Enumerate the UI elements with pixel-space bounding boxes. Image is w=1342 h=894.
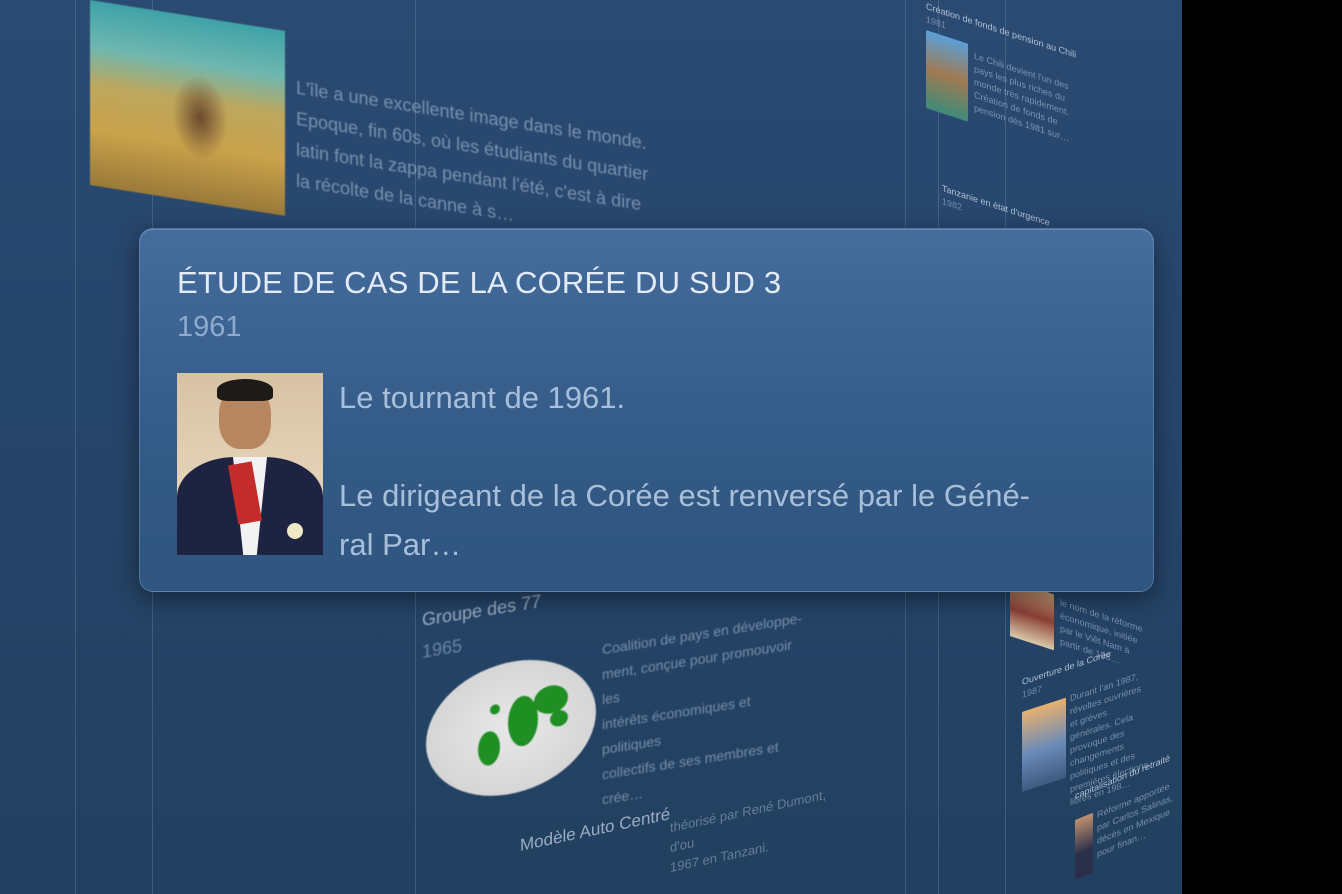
event-detail-popup[interactable]: ÉTUDE DE CAS DE LA CORÉE DU SUD 3 1961 L… (139, 228, 1154, 592)
event-title: Groupe des 77 (422, 591, 542, 630)
person-photo (1075, 812, 1093, 880)
mountain-photo (926, 30, 968, 122)
harvest-photo (90, 0, 285, 216)
portrait-photo (177, 373, 323, 555)
screen-edge (1182, 0, 1342, 894)
event-card-chili[interactable]: Création de fonds de pension au Chili 19… (926, 0, 1086, 143)
excerpt-line: ral Par… (339, 527, 462, 562)
popup-excerpt: Le tournant de 1961. Le dirigeant de la … (339, 373, 1119, 569)
event-year: 1965 (422, 635, 463, 662)
city-photo (1022, 697, 1066, 792)
timeline-stage: L'île a une excellente image dans le mon… (0, 0, 1182, 894)
popup-year: 1961 (177, 311, 242, 343)
popup-title: ÉTUDE DE CAS DE LA CORÉE DU SUD 3 (177, 265, 782, 300)
excerpt-line: Le tournant de 1961. (339, 380, 626, 415)
excerpt-line: Le dirigeant de la Corée est renversé pa… (339, 478, 1031, 513)
world-map-image (426, 648, 596, 808)
timeline-divider (75, 0, 76, 894)
